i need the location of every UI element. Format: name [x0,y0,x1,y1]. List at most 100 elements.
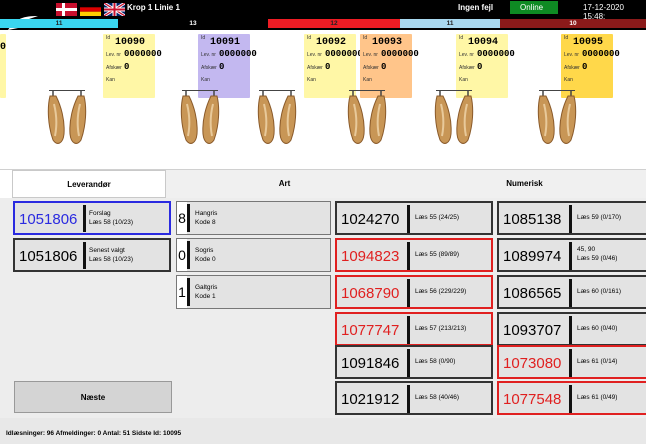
art-code: Kode 1 [195,293,216,300]
lev-label: Lev. nr [459,52,474,58]
carcass-icon [180,90,220,144]
supplier-number-button[interactable]: 1073080 Læs 61 (0/14) [497,345,646,379]
tab-label: Numerisk [506,179,543,188]
last-selected-number: 1051806 [19,248,78,265]
supplier-number: 1073080 [503,355,562,372]
card-lev: 0000000 [381,49,419,59]
supplier-number: 1091846 [341,355,400,372]
supplier-number-button[interactable]: 1091846 Læs 58 (0/90) [335,345,493,379]
supplier-extra: 45, 90 [577,246,596,253]
carcass-icon [47,90,87,144]
afskaer-label: Afskær [564,65,580,71]
lev-label: Lev. nr [307,52,322,58]
divider [569,242,572,270]
supplier-number: 1094823 [341,248,400,265]
kan-label: Kan [564,77,573,83]
id-label: Id [307,35,312,41]
afskaer-label: Afskær [307,65,323,71]
id-card: Id 10094 Lev. nr 0000000 Afskær 0 Kan [456,34,515,98]
divider [407,385,410,413]
tab-leverandor[interactable]: Leverandør [12,170,166,198]
segment-label: 11 [446,20,454,27]
supplier-load-label: Læs 58 (40/46) [415,394,460,401]
art-sogris-button[interactable]: 0 Sogris Kode 0 [176,238,331,272]
flag-denmark-icon[interactable] [56,3,77,16]
supplier-number: 1089974 [503,248,562,265]
divider [407,242,410,270]
supplier-number: 1085138 [503,211,562,228]
art-label: Sogris Kode 0 [195,246,216,264]
afskaer-label: Afskær [363,65,379,71]
supplier-number: 1021912 [341,391,400,408]
id-label: Id [363,35,368,41]
segment-label: 12 [330,20,338,27]
supplier-load-label: Læs 55 (89/89) [415,251,460,258]
supplier-number-button[interactable]: 1077548 Læs 61 (0/49) [497,381,646,415]
supplier-number-button[interactable]: 1089974 45, 90 Læs 59 (0/46) [497,238,646,272]
segment-light-blue: 11 [400,19,500,28]
suggestion-sub: Læs 58 (10/23) [89,219,134,226]
art-hangris-button[interactable]: 8 Hangris Kode 8 [176,201,331,235]
art-code-digit: 8 [177,202,187,234]
last-selected-title: Senest valgt [89,247,125,254]
supplier-load-label: Læs 60 (0/40) [577,325,618,332]
last-selected-label: Senest valgt Læs 58 (10/23) [89,246,133,264]
art-name: Galtgris [195,284,218,291]
flag-uk-icon[interactable] [104,3,125,16]
segment-label: 10 [569,20,577,27]
card-id: 10092 [316,37,347,48]
art-name: Sogris [195,247,214,254]
next-button[interactable]: Næste [14,381,172,413]
kan-label: Kan [307,77,316,83]
supplier-number-button[interactable]: 1093707 Læs 60 (0/40) [497,312,646,346]
card-afskaer: 0 [477,62,483,72]
lev-label: Lev. nr [363,52,378,58]
supplier-load-label: Læs 58 (0/90) [415,358,456,365]
tab-divider [0,169,646,170]
flag-germany-icon[interactable] [80,3,101,16]
suggestion-title: Forslag [89,210,111,217]
id-card: Id 10090 Lev. nr 0000000 Afskær 0 Kan [103,34,162,98]
supplier-number: 1068790 [341,285,400,302]
id-card: Id 10093 Lev. nr 0000000 Afskær 0 Kan [360,34,419,98]
card-id: 10090 [115,37,146,48]
divider [187,204,190,232]
art-galtgris-button[interactable]: 1 Galtgris Kode 1 [176,275,331,309]
segment-cyan: 11 [0,19,118,28]
supplier-load-label: Læs 56 (229/229) [415,288,467,295]
carcass-icon [257,90,297,144]
supplier-load-label: Læs 61 (0/49) [577,394,618,401]
supplier-load-label: Læs 61 (0/14) [577,358,618,365]
card-lev: 0000000 [477,49,515,59]
supplier-number-button[interactable]: 1086565 Læs 60 (0/161) [497,275,646,309]
supplier-load-label: Læs 60 (0/161) [577,288,622,295]
card-afskaer: 0 [124,62,130,72]
id-label: Id [201,35,206,41]
divider [83,205,86,232]
card-lev: 0000000 [582,49,620,59]
art-code: Kode 8 [195,219,216,226]
supplier-number-button[interactable]: 1068790 Læs 56 (229/229) [335,275,493,309]
last-selected-button[interactable]: 1051806 Senest valgt Læs 58 (10/23) [13,238,171,272]
kan-label: Kan [363,77,372,83]
suggestion-button[interactable]: 1051806 Forslag Læs 58 (10/23) [13,201,171,235]
partial-card-value: 0 [0,42,7,53]
divider [407,316,410,344]
art-label: Galtgris Kode 1 [195,283,217,301]
divider [407,279,410,307]
card-id: 10091 [210,37,241,48]
supplier-number-button[interactable]: 1024270 Læs 55 (24/25) [335,201,493,235]
supplier-number-button[interactable]: 1077747 Læs 57 (213/213) [335,312,493,346]
tab-art[interactable]: Art [166,170,403,198]
segment-label: 13 [189,20,197,27]
tab-numerisk[interactable]: Numerisk [403,170,646,198]
segment-label: 11 [55,20,63,27]
segment-red: 12 [268,19,400,28]
art-label: Hangris Kode 8 [195,209,217,227]
divider [187,278,190,306]
supplier-number-button[interactable]: 1094823 Læs 55 (89/89) [335,238,493,272]
divider [187,241,190,269]
supplier-number-button[interactable]: 1085138 Læs 59 (0/170) [497,201,646,235]
supplier-number: 1077548 [503,391,562,408]
supplier-number-button[interactable]: 1021912 Læs 58 (40/46) [335,381,493,415]
